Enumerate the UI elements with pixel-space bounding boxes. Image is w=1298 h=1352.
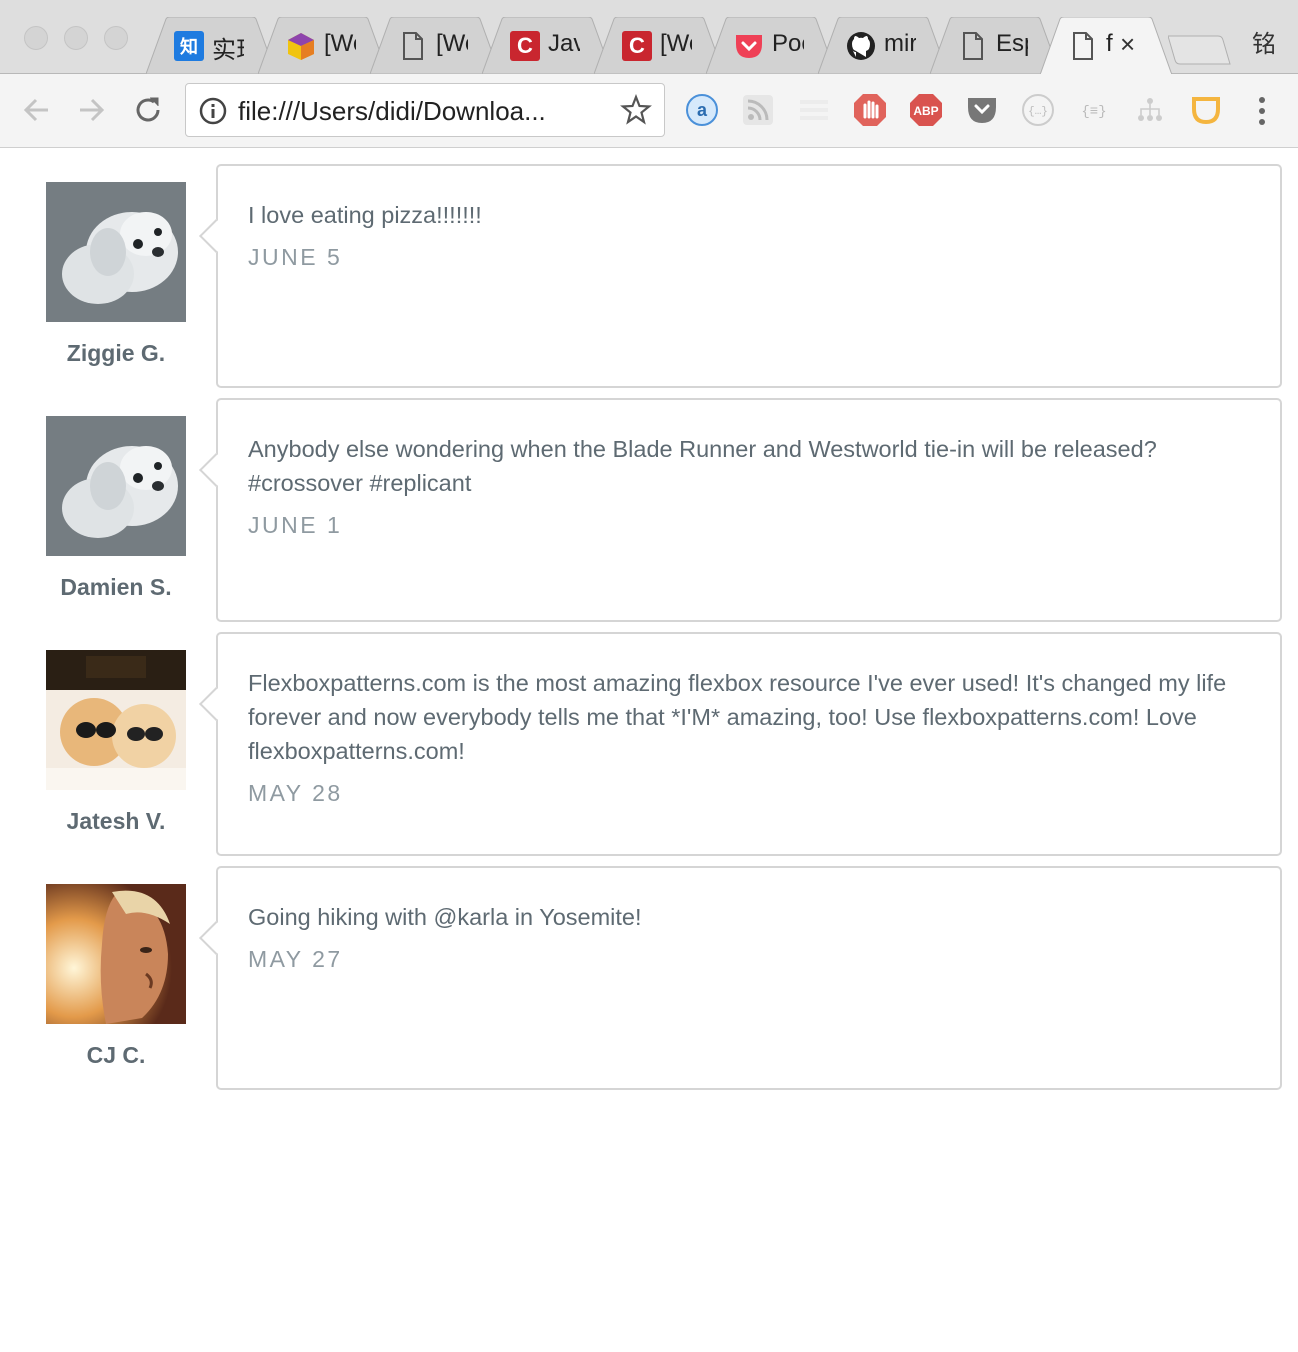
bubble-pointer [199, 219, 233, 253]
post-text: Going hiking with @karla in Yosemite! MA… [248, 900, 1248, 976]
post-body: I love eating pizza!!!!!!! [248, 202, 482, 228]
mdn-cube-icon [286, 31, 316, 61]
tab-1[interactable]: [We [258, 17, 388, 74]
author-name: Jatesh V. [66, 808, 166, 834]
reload-icon[interactable] [130, 92, 166, 128]
profile-button[interactable]: 铭 [1252, 24, 1276, 59]
tab-4[interactable]: C [We [594, 17, 724, 74]
author-name: Ziggie G. [66, 340, 166, 366]
document-icon [958, 31, 988, 61]
pocket-icon [734, 31, 764, 61]
post-body: Anybody else wondering when the Blade Ru… [248, 436, 1157, 496]
minimize-window-button[interactable] [64, 26, 88, 50]
tab-title: mir [884, 30, 916, 57]
tab-title: f [1106, 30, 1113, 57]
bubble-pointer [199, 687, 233, 721]
svg-text:a: a [697, 100, 708, 120]
author-block: CJ C. [36, 884, 196, 1069]
json-formatter-icon[interactable]: {≡} [1076, 92, 1112, 128]
author-name: CJ C. [86, 1042, 146, 1068]
tab-title: Jav [548, 30, 580, 57]
post-item: Damien S. Anybody else wondering when th… [0, 398, 1298, 622]
zoom-window-button[interactable] [104, 26, 128, 50]
man-portrait-avatar [46, 884, 186, 1024]
author-block: Ziggie G. [36, 182, 196, 367]
tab-title: 实现 [212, 37, 244, 64]
hand-stop-icon[interactable] [852, 92, 888, 128]
two-dogs-sunglasses-avatar [46, 650, 186, 790]
tab-5[interactable]: Poc [706, 17, 836, 74]
tab-3[interactable]: C Jav [482, 17, 612, 74]
svg-text:{…}: {…} [1028, 106, 1048, 118]
post-body: Going hiking with @karla in Yosemite! [248, 904, 642, 930]
tab-strip: 知 实现 [We [We C Jav C [We Poc [0, 0, 1298, 75]
bubble-pointer [199, 453, 233, 487]
white-dog-avatar [46, 416, 186, 556]
sitemap-icon[interactable] [1132, 92, 1168, 128]
tab-6[interactable]: mir [818, 17, 948, 74]
svg-text:ABP: ABP [913, 104, 938, 118]
post-bubble: I love eating pizza!!!!!!! JUNE 5 [199, 164, 1282, 388]
tab-title: Esp [996, 30, 1028, 57]
tab-title: Poc [772, 30, 804, 57]
rss-icon[interactable] [740, 92, 776, 128]
honey-extension-icon[interactable] [1188, 92, 1224, 128]
post-bubble: Anybody else wondering when the Blade Ru… [199, 398, 1282, 622]
tab-active[interactable]: f × [1040, 17, 1172, 75]
more-menu-icon[interactable] [1248, 94, 1276, 128]
layers-icon[interactable] [796, 92, 832, 128]
a-extension-icon[interactable]: a [684, 92, 720, 128]
adblock-plus-icon[interactable]: ABP [908, 92, 944, 128]
github-icon [846, 31, 876, 61]
post-body: Flexboxpatterns.com is the most amazing … [248, 670, 1227, 764]
csdn-icon: C [510, 31, 540, 61]
tab-title: [We [324, 30, 356, 57]
address-bar[interactable]: file:///Users/didi/Downloa... [185, 83, 665, 137]
post-text: Anybody else wondering when the Blade Ru… [248, 432, 1248, 542]
bookmark-star-icon[interactable] [620, 94, 652, 126]
post-item: Jatesh V. Flexboxpatterns.com is the mos… [0, 632, 1298, 856]
back-arrow-icon[interactable] [18, 92, 54, 128]
document-icon [398, 31, 428, 61]
browser-toolbar: file:///Users/didi/Downloa... a ABP {…} … [0, 74, 1298, 148]
url-text[interactable]: file:///Users/didi/Downloa... [238, 96, 598, 127]
tab-0[interactable]: 知 实现 [146, 17, 276, 74]
tab-title: [We [436, 30, 468, 57]
post-date: JUNE 1 [248, 512, 343, 538]
pocket-save-icon[interactable] [964, 92, 1000, 128]
new-tab-button[interactable] [1167, 34, 1232, 71]
author-block: Damien S. [36, 416, 196, 601]
bubble-pointer [199, 921, 233, 955]
author-name: Damien S. [60, 574, 172, 600]
post-text: Flexboxpatterns.com is the most amazing … [248, 666, 1238, 810]
svg-text:{≡}: {≡} [1081, 104, 1106, 120]
json-viewer-icon[interactable]: {…} [1020, 92, 1056, 128]
info-icon[interactable] [198, 96, 228, 126]
close-tab-icon[interactable]: × [1120, 30, 1135, 58]
white-dog-avatar [46, 182, 186, 322]
forward-arrow-icon[interactable] [74, 92, 110, 128]
tab-title: [We [660, 30, 692, 57]
post-date: MAY 28 [248, 780, 343, 806]
post-date: MAY 27 [248, 946, 343, 972]
post-item: Ziggie G. I love eating pizza!!!!!!! JUN… [0, 164, 1298, 388]
post-text: I love eating pizza!!!!!!! JUNE 5 [248, 198, 1248, 274]
document-icon [1068, 31, 1098, 61]
zhihu-icon: 知 [174, 31, 204, 61]
tab-2[interactable]: [We [370, 17, 500, 74]
close-window-button[interactable] [24, 26, 48, 50]
post-bubble: Going hiking with @karla in Yosemite! MA… [199, 866, 1282, 1090]
post-bubble: Flexboxpatterns.com is the most amazing … [199, 632, 1282, 856]
post-date: JUNE 5 [248, 244, 343, 270]
author-block: Jatesh V. [36, 650, 196, 835]
post-item: CJ C. Going hiking with @karla in Yosemi… [0, 866, 1298, 1090]
csdn-icon: C [622, 31, 652, 61]
